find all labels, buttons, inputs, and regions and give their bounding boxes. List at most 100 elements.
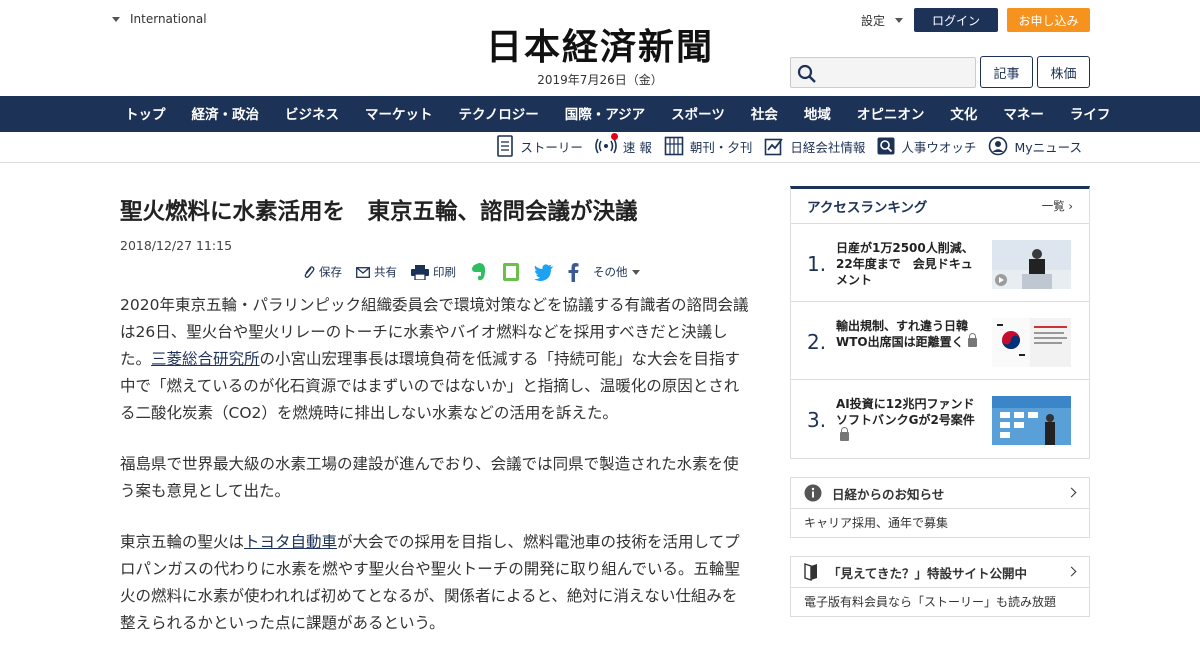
subnav-story[interactable]: ストーリー	[496, 135, 583, 157]
header-date: 2019年7月26日（金）	[537, 73, 663, 87]
notice-header: 日経からのお知らせ	[791, 478, 1089, 509]
subnav-people-watch[interactable]: 人事ウオッチ	[877, 137, 976, 156]
ranking-all-label: 一覧	[1041, 199, 1065, 213]
subnav-breaking[interactable]: 速 報	[595, 133, 652, 156]
more-menu[interactable]: その他	[593, 264, 640, 280]
search-icon[interactable]	[797, 64, 817, 84]
twitter-icon	[534, 263, 553, 281]
mail-icon	[356, 266, 370, 278]
article-tools: 保存 共有 印刷 その他	[303, 262, 640, 282]
nav-item-international-asia[interactable]: 国際・アジア	[552, 96, 658, 132]
nav-item-culture[interactable]: 文化	[937, 96, 990, 132]
breaking-news-icon-wrap	[595, 133, 618, 155]
facebook-button[interactable]	[568, 262, 579, 282]
article-paragraph: 2020年東京五輪・パラリンピック組織委員会で環境対策などを協議する有識者の諮問…	[120, 292, 750, 427]
memo-icon	[503, 263, 519, 281]
stocks-button[interactable]: 株価	[1037, 56, 1090, 88]
ranking-item[interactable]: 3. AI投資に12兆円ファンド ソフトバンクGが2号案件	[791, 380, 1089, 458]
chevron-right-icon	[1066, 487, 1077, 498]
subnav-my-news[interactable]: Myニュース	[988, 136, 1082, 156]
promo-header: 「見えてきた？」特設サイト公開中	[791, 557, 1089, 588]
chevron-right-icon	[1066, 566, 1077, 577]
ranking-all-link[interactable]: 一覧 ›	[1042, 198, 1073, 214]
subnav-label: 日経会社情報	[790, 139, 866, 155]
nikkei-notice-box[interactable]: 日経からのお知らせ キャリア採用、通年で募集	[790, 477, 1090, 538]
ranking-number: 2.	[807, 330, 827, 354]
settings-menu[interactable]: 設定	[861, 12, 904, 29]
dropdown-arrow-icon	[112, 16, 120, 22]
ranking-header: アクセスランキング 一覧 ›	[791, 189, 1089, 224]
subnav-label: 速 報	[622, 139, 652, 155]
nav-item-money[interactable]: マネー	[990, 96, 1057, 132]
chevron-right-icon: ›	[1068, 199, 1073, 213]
subnav-label: 人事ウオッチ	[901, 139, 977, 155]
my-news-icon	[989, 136, 1008, 156]
edition-label: International	[130, 12, 207, 26]
ranking-title: アクセスランキング	[807, 200, 928, 216]
ranking-number: 1.	[807, 252, 827, 276]
nav-item-economy-politics[interactable]: 経済・政治	[179, 96, 273, 132]
ranking-thumbnail-korea-flag	[992, 318, 1071, 367]
nav-item-society[interactable]: 社会	[738, 96, 791, 132]
story-icon	[497, 135, 514, 157]
notice-title: 日経からのお知らせ	[832, 486, 945, 502]
print-label: 印刷	[433, 265, 456, 279]
ranking-item[interactable]: 2. 輸出規制、すれ違う日韓 WTO出席国は距離置く	[791, 302, 1089, 380]
nav-item-opinion[interactable]: オピニオン	[844, 96, 938, 132]
lock-icon	[840, 427, 849, 441]
article-paragraph: 福島県で世界最大級の水素工場の建設が進んでおり、会議では同県で製造された水素を使…	[120, 455, 739, 500]
facebook-icon	[568, 262, 579, 282]
info-icon	[804, 484, 822, 502]
subnav-label: Myニュース	[1014, 139, 1082, 155]
subnav-newspaper[interactable]: 朝刊・夕刊	[664, 136, 753, 156]
text: 東京五輪の聖火は	[120, 533, 245, 551]
memo-button[interactable]	[502, 262, 520, 282]
evernote-icon	[472, 263, 485, 281]
nav-item-sports[interactable]: スポーツ	[658, 96, 738, 132]
dropdown-arrow-icon	[631, 269, 640, 275]
save-label: 保存	[319, 265, 342, 279]
dropdown-arrow-icon	[895, 18, 904, 23]
paperclip-icon	[304, 266, 315, 278]
nav-item-market[interactable]: マーケット	[352, 96, 446, 132]
edition-selector[interactable]: International	[112, 12, 207, 26]
twitter-button[interactable]	[534, 263, 554, 281]
articles-button[interactable]: 記事	[980, 56, 1033, 88]
company-info-icon	[765, 138, 784, 156]
evernote-button[interactable]	[470, 262, 488, 282]
nikkei-logo[interactable]: 日本経済新聞	[450, 26, 750, 68]
nav-item-region[interactable]: 地域	[791, 96, 844, 132]
subnav-label: 朝刊・夕刊	[689, 139, 753, 155]
save-button[interactable]: 保存	[303, 264, 342, 280]
promo-box[interactable]: 「見えてきた？」特設サイト公開中 電子版有料会員なら「ストーリー」も読み放題	[790, 556, 1090, 617]
print-button[interactable]: 印刷	[411, 264, 456, 280]
company-link-mri[interactable]: 三菱総合研究所	[151, 350, 260, 368]
promo-title: 「見えてきた？」特設サイト公開中	[828, 565, 1028, 581]
lock-icon	[967, 333, 977, 347]
subnav-company-info[interactable]: 日経会社情報	[764, 136, 865, 156]
settings-label: 設定	[861, 14, 886, 28]
search-box	[790, 57, 976, 88]
article-headline: 聖火燃料に水素活用を 東京五輪、諮問会議が決議	[120, 199, 638, 225]
more-label: その他	[593, 265, 628, 279]
notice-body: キャリア採用、通年で募集	[804, 516, 949, 530]
nav-item-top[interactable]: トップ	[112, 96, 179, 132]
company-link-toyota[interactable]: トヨタ自動車	[244, 533, 337, 551]
nav-item-technology[interactable]: テクノロジー	[446, 96, 552, 132]
sub-nav: ストーリー 速 報 朝刊・夕刊 日経会社情報 人事ウオッチ Myニュース	[0, 132, 1200, 163]
search-input[interactable]	[821, 58, 971, 87]
ranking-item[interactable]: 1. 日産が1万2500人削減、22年度まで 会見ドキュメント	[791, 224, 1089, 302]
share-label: 共有	[374, 265, 397, 279]
ranking-thumbnail-press-conference	[992, 240, 1071, 289]
newspaper-icon	[664, 136, 684, 156]
nav-item-life[interactable]: ライフ	[1057, 96, 1124, 132]
breaking-news-icon	[595, 138, 617, 154]
text: AI投資に12兆円ファンド ソフトバンクGが2号案件	[836, 397, 987, 427]
subscribe-button[interactable]: お申し込み	[1007, 8, 1090, 32]
ranking-title-text: 日産が1万2500人削減、22年度まで 会見ドキュメント	[836, 241, 974, 287]
ranking-title-text: AI投資に12兆円ファンド ソフトバンクGが2号案件	[836, 396, 986, 444]
login-button[interactable]: ログイン	[914, 8, 998, 32]
share-button[interactable]: 共有	[356, 264, 397, 280]
nav-item-business[interactable]: ビジネス	[272, 96, 352, 132]
article-header: 聖火燃料に水素活用を 東京五輪、諮問会議が決議 2018/12/27 11:15	[120, 196, 760, 253]
